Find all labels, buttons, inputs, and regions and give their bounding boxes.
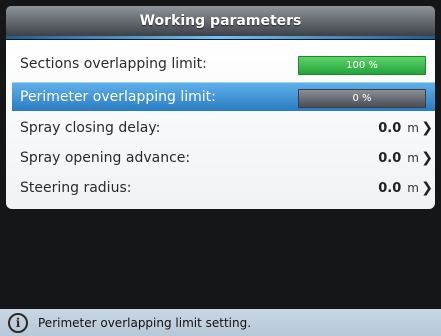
value-number: 0.0: [378, 150, 402, 166]
chevron-right-icon[interactable]: ❯: [421, 150, 433, 166]
chevron-right-icon[interactable]: ❯: [421, 180, 433, 196]
sections-overlapping-bar[interactable]: 100 %: [298, 56, 426, 75]
row-label: Spray opening advance:: [20, 150, 191, 166]
row-spray-opening-advance[interactable]: Spray opening advance: 0.0 m ❯: [12, 144, 435, 172]
title-bar: Working parameters: [6, 6, 435, 36]
row-label: Spray closing delay:: [20, 120, 161, 136]
row-sections-overlapping-limit[interactable]: Sections overlapping limit: 100 %: [12, 50, 435, 78]
screen: Working parameters Sections overlapping …: [0, 0, 441, 336]
status-bar: i Perimeter overlapping limit setting.: [0, 309, 441, 336]
info-icon: i: [8, 312, 28, 333]
perimeter-overlapping-bar[interactable]: 0 %: [298, 89, 426, 108]
row-spray-closing-delay[interactable]: Spray closing delay: 0.0 m ❯: [12, 114, 435, 142]
value-display: 0.0 m: [378, 121, 419, 136]
bar-value: 100 %: [346, 60, 378, 71]
row-perimeter-overlapping-limit[interactable]: Perimeter overlapping limit: 0 %: [12, 82, 435, 111]
page-title: Working parameters: [139, 13, 302, 29]
title-accent-line: [6, 36, 435, 39]
row-label: Perimeter overlapping limit:: [20, 89, 216, 105]
bar-value: 0 %: [352, 93, 372, 104]
value-number: 0.0: [378, 120, 402, 136]
value-display: 0.0 m: [378, 151, 419, 166]
chevron-right-icon[interactable]: ❯: [421, 120, 433, 136]
value-number: 0.0: [378, 180, 402, 196]
parameters-panel: Sections overlapping limit: 100 % Perime…: [6, 40, 435, 209]
value-display: 0.0 m: [378, 181, 419, 196]
status-text: Perimeter overlapping limit setting.: [38, 315, 252, 330]
value-unit: m: [407, 180, 419, 195]
row-label: Sections overlapping limit:: [20, 56, 207, 72]
value-unit: m: [407, 150, 419, 165]
row-steering-radius[interactable]: Steering radius: 0.0 m ❯: [12, 174, 435, 202]
value-unit: m: [407, 120, 419, 135]
row-label: Steering radius:: [20, 180, 132, 196]
